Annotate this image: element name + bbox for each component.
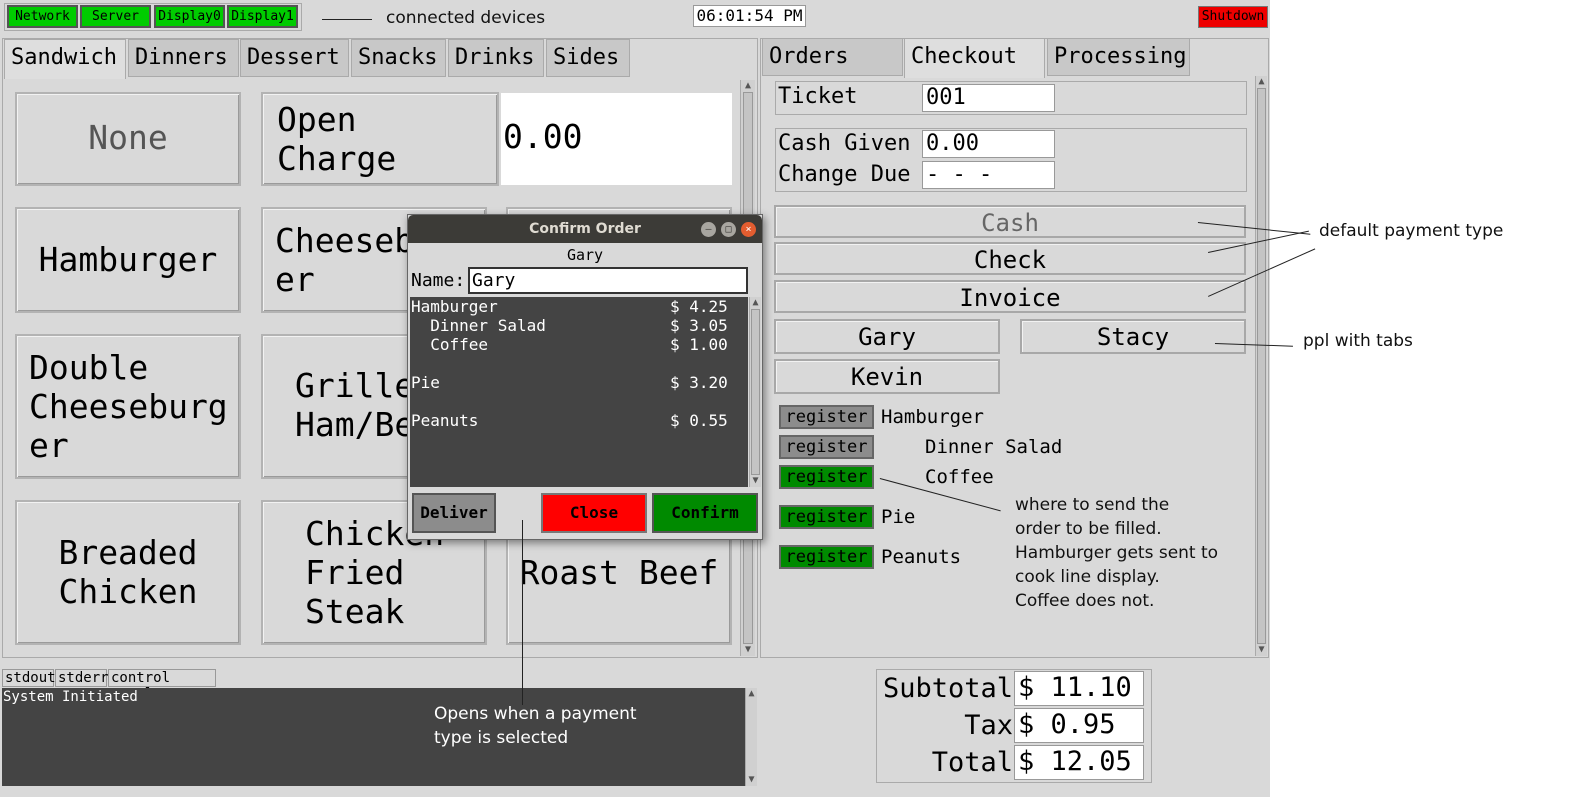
tab-drinks[interactable]: Drinks bbox=[448, 39, 544, 77]
name-label: Name: bbox=[411, 270, 466, 291]
order-item-name: Peanuts bbox=[411, 411, 479, 430]
menu-item-none[interactable]: None bbox=[15, 92, 241, 186]
confirm-button[interactable]: Confirm bbox=[652, 493, 758, 533]
console-tab-control-panel[interactable]: control panel bbox=[108, 669, 216, 702]
console-output: System Initiated bbox=[2, 688, 757, 786]
change-due-label: Change Due bbox=[778, 162, 911, 187]
order-scroll-thumb[interactable] bbox=[751, 309, 760, 475]
shutdown-button[interactable]: Shutdown bbox=[1198, 6, 1268, 28]
checkout-scroll-thumb[interactable] bbox=[1257, 88, 1266, 644]
register-button[interactable]: register bbox=[779, 435, 874, 459]
cash-button[interactable]: Cash bbox=[774, 205, 1246, 238]
annotation-ppl-with-tabs: ppl with tabs bbox=[1303, 331, 1413, 351]
tab-dinners[interactable]: Dinners bbox=[128, 39, 239, 77]
annotation-connected-devices: connected devices bbox=[386, 8, 546, 28]
ticket-field[interactable]: 001 bbox=[922, 84, 1055, 112]
order-item-price: $ 4.25 bbox=[670, 297, 728, 316]
tab-dessert[interactable]: Dessert bbox=[240, 39, 349, 77]
checkout-scroll-down-icon[interactable]: ▼ bbox=[1256, 644, 1267, 656]
total-label: Total bbox=[931, 747, 1013, 778]
order-scroll-down-icon[interactable]: ▼ bbox=[750, 475, 761, 487]
total-value: $ 12.05 bbox=[1014, 745, 1144, 780]
console-scrollbar[interactable]: ▲ ▼ bbox=[745, 688, 757, 786]
device-server: Server bbox=[80, 5, 151, 28]
invoice-button[interactable]: Invoice bbox=[774, 280, 1246, 313]
minimize-icon[interactable]: – bbox=[701, 222, 716, 237]
register-button[interactable]: register bbox=[779, 465, 874, 489]
ticket-label: Ticket bbox=[778, 84, 858, 109]
scroll-down-arrow-icon[interactable]: ▼ bbox=[741, 644, 755, 656]
register-item-label: Hamburger bbox=[881, 406, 984, 428]
subtotal-value: $ 11.10 bbox=[1014, 671, 1144, 706]
order-item-price: $ 3.05 bbox=[670, 316, 728, 335]
annotation-dialog-opens: Opens when a payment type is selected bbox=[434, 704, 637, 748]
tab-person-kevin-button[interactable]: Kevin bbox=[774, 359, 1000, 394]
tab-orders[interactable]: Orders bbox=[762, 38, 903, 76]
menu-item-open-charge[interactable]: Open Charge bbox=[261, 92, 499, 186]
menu-item-hamburger[interactable]: Hamburger bbox=[15, 207, 241, 313]
order-item-price: $ 3.20 bbox=[670, 373, 728, 392]
register-item-label: Peanuts bbox=[881, 546, 962, 568]
dialog-customer-name: Gary bbox=[566, 246, 604, 264]
cash-given-label: Cash Given bbox=[778, 131, 911, 156]
maximize-icon[interactable]: □ bbox=[721, 222, 736, 237]
order-item-name: Coffee bbox=[411, 335, 489, 354]
device-network: Network bbox=[7, 5, 78, 28]
tab-person-stacy-button[interactable]: Stacy bbox=[1020, 319, 1246, 354]
order-list-scrollbar[interactable]: ▲ ▼ bbox=[749, 297, 761, 487]
dialog-title: Confirm Order bbox=[529, 221, 641, 237]
order-item-name: Dinner Salad bbox=[411, 316, 546, 335]
tax-label: Tax bbox=[964, 710, 1013, 741]
checkout-scroll-up-icon[interactable]: ▲ bbox=[1256, 76, 1267, 88]
order-item-price: $ 1.00 bbox=[670, 335, 728, 354]
register-item-label: Pie bbox=[881, 506, 916, 528]
order-items-list: Hamburger $ 4.25 Dinner Salad $ 3.05 Cof… bbox=[410, 297, 748, 487]
register-button[interactable]: register bbox=[779, 545, 874, 569]
checkout-scrollbar[interactable]: ▲ ▼ bbox=[1255, 76, 1267, 656]
close-button[interactable]: Close bbox=[541, 493, 647, 533]
tab-snacks[interactable]: Snacks bbox=[351, 39, 446, 77]
console-scroll-down-icon[interactable]: ▼ bbox=[746, 774, 757, 786]
register-button[interactable]: register bbox=[779, 505, 874, 529]
annotation-line bbox=[322, 19, 372, 20]
device-display0: Display0 bbox=[154, 5, 225, 28]
tax-value: $ 0.95 bbox=[1014, 708, 1144, 743]
annotation-line bbox=[522, 520, 523, 705]
tab-sides[interactable]: Sides bbox=[546, 39, 630, 77]
tab-sandwich[interactable]: Sandwich bbox=[4, 39, 126, 79]
register-item-label: Dinner Salad bbox=[925, 436, 1063, 458]
console-tab-stderr[interactable]: stderr bbox=[55, 669, 109, 687]
tab-processing[interactable]: Processing bbox=[1047, 38, 1190, 76]
scroll-up-arrow-icon[interactable]: ▲ bbox=[741, 80, 755, 92]
close-window-icon[interactable]: × bbox=[741, 222, 756, 237]
register-button[interactable]: register bbox=[779, 405, 874, 429]
deliver-button[interactable]: Deliver bbox=[412, 493, 496, 533]
annotation-default-payment-type: default payment type bbox=[1319, 221, 1504, 241]
order-scroll-up-icon[interactable]: ▲ bbox=[750, 297, 761, 309]
subtotal-label: Subtotal bbox=[882, 673, 1013, 704]
tab-checkout[interactable]: Checkout bbox=[904, 38, 1045, 78]
change-due-field: - - - bbox=[922, 161, 1055, 189]
name-input[interactable]: Gary bbox=[468, 267, 748, 294]
tab-person-gary-button[interactable]: Gary bbox=[774, 319, 1000, 354]
order-item-price: $ 0.55 bbox=[670, 411, 728, 430]
order-item-name: Pie bbox=[411, 373, 440, 392]
device-display1: Display1 bbox=[227, 5, 298, 28]
annotation-register-explanation: where to send the order to be filled. Ha… bbox=[1015, 495, 1219, 611]
open-charge-input[interactable]: 0.00 bbox=[501, 93, 732, 185]
menu-item-double-cheeseburger[interactable]: Double Cheeseburg er bbox=[15, 334, 241, 479]
cash-given-field[interactable]: 0.00 bbox=[922, 130, 1055, 158]
order-item-name: Hamburger bbox=[411, 297, 498, 316]
check-button[interactable]: Check bbox=[774, 242, 1246, 275]
pos-window: Network Server Display0 Display1 06:01:5… bbox=[0, 0, 1270, 797]
menu-item-breaded-chicken[interactable]: Breaded Chicken bbox=[15, 500, 241, 645]
register-item-label: Coffee bbox=[925, 466, 994, 488]
console-tab-stdout[interactable]: stdout bbox=[2, 669, 56, 687]
clock: 06:01:54 PM bbox=[693, 5, 806, 27]
confirm-order-dialog: Confirm Order – □ × Gary Name: Gary Hamb… bbox=[407, 214, 763, 540]
console-scroll-up-icon[interactable]: ▲ bbox=[746, 688, 757, 700]
